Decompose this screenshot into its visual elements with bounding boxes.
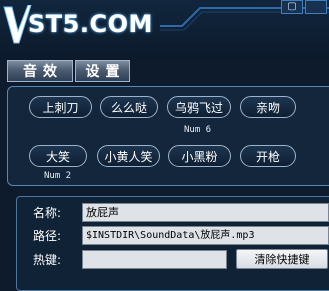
restore-icon: ▢ (287, 1, 297, 12)
sound-button-crow-flies[interactable]: 乌鸦飞过 (167, 96, 231, 118)
sound-button-kiss-kiss[interactable]: 么么哒 (100, 96, 158, 118)
sound-button-laugh[interactable]: 大笑 (29, 145, 87, 167)
sound-button-gunshot[interactable]: 开枪 (240, 145, 296, 167)
sound-hotkey-hint: Num 6 (184, 125, 212, 135)
site-logo: ST5.COM (2, 5, 153, 44)
hotkey-field[interactable] (82, 250, 227, 269)
header-bar: ST5.COM ▢ (0, 0, 329, 60)
restore-window-button[interactable]: ▢ (281, 0, 303, 14)
logo-text: ST5.COM (28, 10, 153, 38)
sound-hotkey-hint: Num 2 (44, 171, 72, 181)
path-field[interactable]: $INSTDIR\SoundData\放屁声.mp3 (82, 226, 329, 245)
sound-button-bayonet[interactable]: 上刺刀 (29, 96, 92, 118)
sound-button-little-black-fan[interactable]: 小黑粉 (168, 145, 231, 167)
hotkey-label: 热键: (33, 253, 62, 267)
path-label: 路径: (33, 229, 62, 243)
name-label: 名称: (33, 206, 62, 220)
sound-button-minion-laugh[interactable]: 小黄人笑 (97, 145, 160, 167)
sound-button-kiss[interactable]: 亲吻 (240, 96, 296, 118)
tab-settings[interactable]: 设置 (75, 60, 130, 82)
name-field[interactable]: 放屁声 (82, 203, 329, 222)
header-frame-decoration (160, 7, 329, 31)
clear-hotkey-button[interactable]: 清除快捷键 (236, 249, 328, 269)
tab-sound-effects[interactable]: 音效 (7, 60, 73, 82)
window-control-button[interactable] (305, 0, 327, 14)
